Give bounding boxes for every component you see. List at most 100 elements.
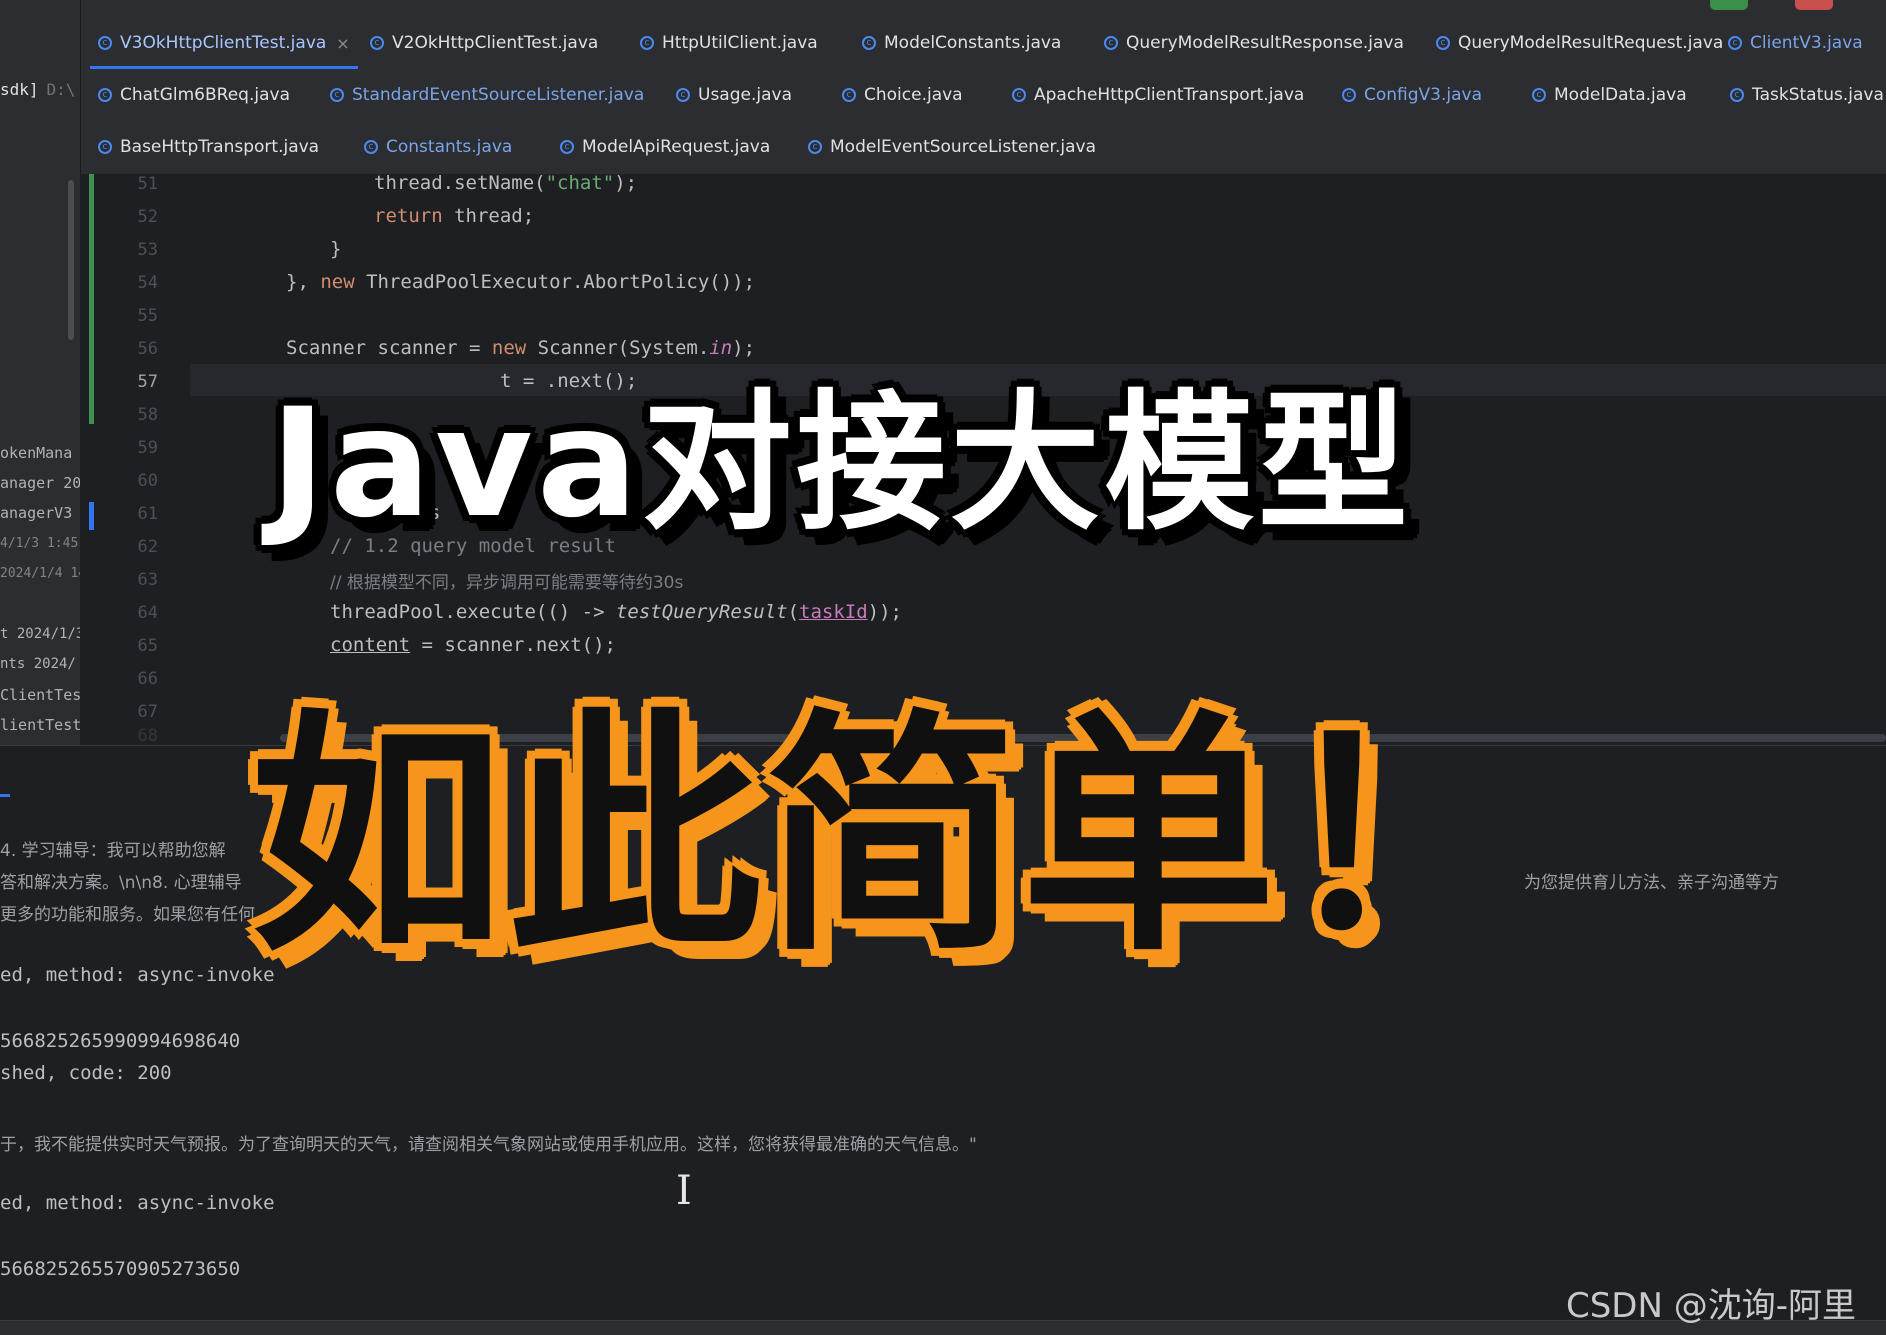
java-class-icon: c xyxy=(1436,36,1450,50)
java-class-icon: c xyxy=(1104,36,1118,50)
code-line-52: return thread; xyxy=(374,205,535,227)
tab-v2okhttpclienttest[interactable]: c V2OkHttpClientTest.java xyxy=(370,28,598,58)
java-class-icon: c xyxy=(808,140,822,154)
tab-taskstatus[interactable]: c TaskStatus.java xyxy=(1730,80,1884,110)
tab-querymodelresultresponse[interactable]: c QueryModelResultResponse.java xyxy=(1104,28,1404,58)
overlay-title-line2: 如此简单！ xyxy=(250,689,1536,986)
tab-label: Constants.java xyxy=(386,137,513,157)
line-number: 58 xyxy=(137,405,158,425)
change-marker xyxy=(89,174,94,424)
java-class-icon: c xyxy=(1012,88,1026,102)
tab-choice[interactable]: c Choice.java xyxy=(842,80,963,110)
tab-label: QueryModelResultResponse.java xyxy=(1126,33,1404,53)
line-number: 51 xyxy=(137,174,158,194)
java-class-icon: c xyxy=(1532,88,1546,102)
tab-label: ApacheHttpClientTransport.java xyxy=(1034,85,1305,105)
tab-modeldata[interactable]: c ModelData.java xyxy=(1532,80,1687,110)
change-marker xyxy=(89,502,94,530)
tab-label: ModelEventSourceListener.java xyxy=(830,137,1096,157)
tab-v3okhttpclienttest[interactable]: c V3OkHttpClientTest.java × xyxy=(90,28,358,69)
line-number: 53 xyxy=(137,240,158,260)
line-number: 61 xyxy=(137,504,158,524)
project-scrollbar[interactable] xyxy=(68,180,74,340)
tab-label: ModelConstants.java xyxy=(884,33,1062,53)
java-class-icon: c xyxy=(676,88,690,102)
code-line-51: thread.setName("chat"); xyxy=(374,172,638,194)
tab-modelconstants[interactable]: c ModelConstants.java xyxy=(862,28,1061,58)
tab-modelapirequest[interactable]: c ModelApiRequest.java xyxy=(560,132,770,162)
project-item[interactable]: ClientTest xyxy=(0,686,90,704)
java-class-icon: c xyxy=(330,88,344,102)
close-icon[interactable]: × xyxy=(336,34,349,53)
java-class-icon: c xyxy=(364,140,378,154)
line-number: 67 xyxy=(137,702,158,722)
tab-apachehttpclienttransport[interactable]: c ApacheHttpClientTransport.java xyxy=(1012,80,1304,110)
project-item[interactable]: lientTest xyxy=(0,716,81,734)
line-number: 66 xyxy=(137,669,158,689)
sdk-path: D:\ xyxy=(46,80,76,99)
tab-label: V2OkHttpClientTest.java xyxy=(392,33,599,53)
console-line: 更多的功能和服务。如果您有任何 xyxy=(0,905,255,925)
line-gutter: 51 52 53 54 55 56 57 58 59 60 61 62 63 6… xyxy=(80,174,190,746)
tab-querymodelresultrequest[interactable]: c QueryModelResultRequest.java xyxy=(1436,28,1723,58)
tab-label: ClientV3.java xyxy=(1750,33,1863,53)
java-class-icon: c xyxy=(1342,88,1356,102)
code-line-54: }, new ThreadPoolExecutor.AbortPolicy())… xyxy=(286,271,756,293)
tab-label: V3OkHttpClientTest.java xyxy=(120,33,327,53)
tab-chatglm6breq[interactable]: c ChatGlm6BReq.java xyxy=(98,80,290,110)
tab-label: Choice.java xyxy=(864,85,963,105)
project-item[interactable]: 2024/1/4 14 xyxy=(0,566,86,581)
tab-label: StandardEventSourceListener.java xyxy=(352,85,645,105)
java-class-icon: c xyxy=(98,36,112,50)
tab-httputilclient[interactable]: c HttpUtilClient.java xyxy=(640,28,818,58)
console-line: 为您提供育儿方法、亲子沟通等方 xyxy=(1524,873,1779,893)
line-number: 65 xyxy=(137,636,158,656)
tab-label: ModelData.java xyxy=(1554,85,1687,105)
line-number: 52 xyxy=(137,207,158,227)
sdk-node[interactable]: sdk] D:\ xyxy=(0,80,75,99)
line-number: 59 xyxy=(137,438,158,458)
console-line: 4. 学习辅导：我可以帮助您解 xyxy=(0,841,226,861)
tab-modeleventsourcelistener[interactable]: c ModelEventSourceListener.java xyxy=(808,132,1096,162)
project-item[interactable]: anager 20 xyxy=(0,474,81,492)
java-class-icon: c xyxy=(98,140,112,154)
code-line-63: // 根据模型不同，异步调用可能需要等待约30s xyxy=(330,573,684,593)
console-line: 566825265990994698640 xyxy=(0,1030,241,1052)
tab-configv3[interactable]: c ConfigV3.java xyxy=(1342,80,1482,110)
code-line-64: threadPool.execute(() -> testQueryResult… xyxy=(330,601,902,623)
line-number: 68 xyxy=(137,726,158,746)
console-line: shed, code: 200 xyxy=(0,1062,172,1084)
project-item[interactable]: t 2024/1/3 xyxy=(0,626,84,642)
tab-usage[interactable]: c Usage.java xyxy=(676,80,792,110)
java-class-icon: c xyxy=(370,36,384,50)
java-class-icon: c xyxy=(1728,36,1742,50)
java-class-icon: c xyxy=(640,36,654,50)
tab-label: ModelApiRequest.java xyxy=(582,137,771,157)
tab-label: QueryModelResultRequest.java xyxy=(1458,33,1724,53)
tab-standardeventsourcelistener[interactable]: c StandardEventSourceListener.java xyxy=(330,80,644,110)
tab-basehttptransport[interactable]: c BaseHttpTransport.java xyxy=(98,132,319,162)
tab-clientv3[interactable]: c ClientV3.java xyxy=(1728,28,1863,58)
java-class-icon: c xyxy=(560,140,574,154)
tab-label: BaseHttpTransport.java xyxy=(120,137,320,157)
project-item[interactable]: anagerV3 xyxy=(0,504,72,522)
project-item[interactable]: okenMana xyxy=(0,444,72,462)
line-number: 55 xyxy=(137,306,158,326)
tab-label: ChatGlm6BReq.java xyxy=(120,85,290,105)
tab-label: ConfigV3.java xyxy=(1364,85,1483,105)
console-line: ed, method: async-invoke xyxy=(0,964,275,986)
line-number: 63 xyxy=(137,570,158,590)
project-panel: sdk] D:\ okenMana anager 20 anagerV3 4/1/… xyxy=(0,0,90,745)
console-line: 566825265570905273650 xyxy=(0,1258,241,1280)
java-class-icon: c xyxy=(842,88,856,102)
tab-constants[interactable]: c Constants.java xyxy=(364,132,512,162)
window-button-red[interactable] xyxy=(1795,0,1833,10)
window-button-green[interactable] xyxy=(1710,0,1748,10)
java-class-icon: c xyxy=(1730,88,1744,102)
project-item[interactable]: nts 2024/ xyxy=(0,656,76,672)
line-number: 62 xyxy=(137,537,158,557)
tab-label: TaskStatus.java xyxy=(1752,85,1884,105)
console-tab-marker xyxy=(0,794,10,797)
project-item[interactable]: 4/1/3 1:45 xyxy=(0,536,78,551)
editor-tab-bar: c V3OkHttpClientTest.java × c V2OkHttpCl… xyxy=(0,0,1886,174)
